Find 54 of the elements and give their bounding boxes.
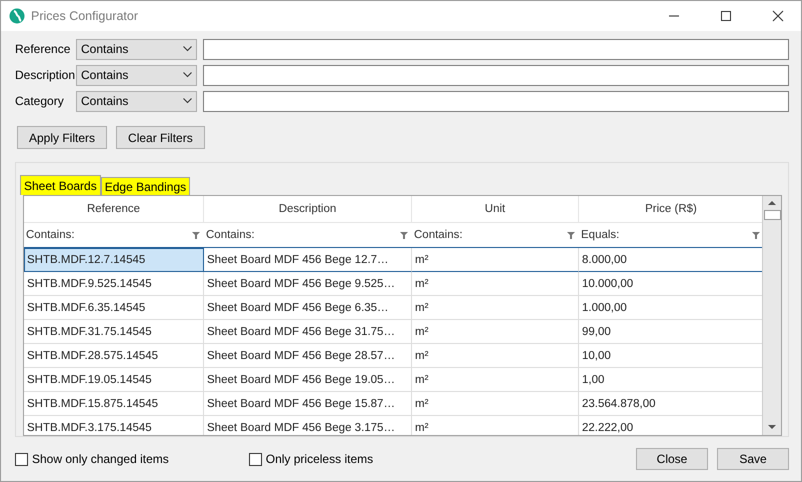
filter-icon[interactable] — [192, 232, 200, 238]
filter-button[interactable]: Clear Filters — [116, 126, 205, 149]
dialog-button[interactable]: Close — [636, 448, 708, 470]
table-cell: SHTB.MDF.28.575.14545 — [24, 344, 204, 368]
table-cell: SHTB.MDF.9.525.14545 — [24, 272, 204, 296]
tab[interactable]: Edge Bandings — [100, 177, 190, 195]
chevron-icon — [183, 46, 192, 52]
dialog-button[interactable]: Save — [717, 448, 789, 470]
table-cell: Sheet Board MDF 456 Bege 6.35… — [204, 296, 412, 320]
table-cell: m² — [412, 368, 579, 392]
chevron-icon — [183, 72, 192, 78]
tab[interactable]: Sheet Boards — [20, 175, 101, 195]
operator-dropdown[interactable]: Contains — [76, 38, 197, 60]
table-cell: m² — [412, 296, 579, 320]
filter-label: Description — [15, 68, 76, 82]
scroll-up-icon[interactable] — [768, 201, 776, 205]
operator-dropdown[interactable]: Contains — [76, 90, 197, 112]
option-checkbox[interactable]: Show only changed items — [15, 452, 169, 466]
filter-label: Reference — [15, 42, 72, 56]
table-cell: SHTB.MDF.6.35.14545 — [24, 296, 204, 320]
table-cell: Sheet Board MDF 456 Bege 31.75… — [204, 320, 412, 344]
filter-icon[interactable] — [400, 232, 408, 238]
filter-button[interactable]: Apply Filters — [17, 126, 108, 149]
app-logo-icon — [9, 8, 25, 24]
table-cell: m² — [412, 320, 579, 344]
table-cell: m² — [412, 392, 579, 416]
filter-input[interactable] — [203, 64, 789, 86]
table-cell: Sheet Board MDF 456 Bege 9.525… — [204, 272, 412, 296]
table-cell: SHTB.MDF.12.7.14545 — [24, 248, 204, 272]
operator-dropdown[interactable]: Contains — [76, 64, 197, 86]
filter-input[interactable] — [203, 38, 789, 60]
option-checkbox[interactable]: Only priceless items — [248, 452, 374, 466]
window-title: Prices Configurator — [31, 9, 139, 23]
table-cell: Sheet Board MDF 456 Bege 19.05… — [204, 368, 412, 392]
table-cell: SHTB.MDF.31.75.14545 — [24, 320, 204, 344]
table-cell: SHTB.MDF.19.05.14545 — [24, 368, 204, 392]
column-header[interactable]: Reference — [24, 196, 204, 223]
table-cell: m² — [412, 344, 579, 368]
scroll-thumb[interactable] — [764, 210, 780, 220]
table-cell: m² — [412, 272, 579, 296]
table-cell: Sheet Board MDF 456 Bege 15.87… — [204, 392, 412, 416]
table-cell: m² — [412, 248, 579, 272]
filter-input[interactable] — [203, 90, 789, 112]
column-header[interactable]: Unit — [412, 196, 579, 223]
filter-icon[interactable] — [567, 232, 575, 238]
filter-label: Category — [15, 94, 65, 108]
filter-icon[interactable] — [752, 232, 760, 238]
table-cell: Sheet Board MDF 456 Bege 28.57… — [204, 344, 412, 368]
column-header[interactable]: Description — [204, 196, 412, 223]
chevron-icon — [183, 98, 192, 104]
table-cell: Sheet Board MDF 456 Bege 12.7… — [204, 248, 412, 272]
scroll-down-icon[interactable] — [768, 425, 776, 429]
scrollbar[interactable] — [762, 196, 781, 435]
table-cell: SHTB.MDF.15.875.14545 — [24, 392, 204, 416]
